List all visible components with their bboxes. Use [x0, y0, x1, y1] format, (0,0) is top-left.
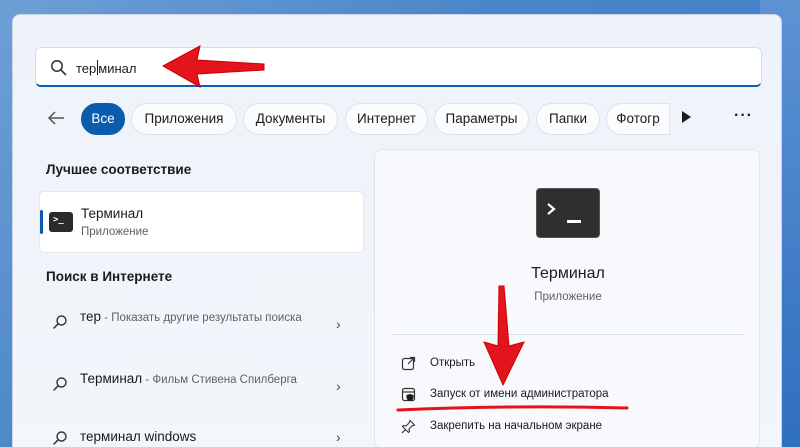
search-icon — [53, 377, 67, 391]
web-result-text: терминал windows — [80, 428, 330, 446]
open-action-label: Открыть — [430, 357, 476, 369]
pin-to-start-label: Закрепить на начальном экране — [430, 420, 603, 432]
divider — [391, 334, 745, 335]
admin-shield-icon — [401, 387, 416, 402]
web-result-term: тер — [80, 309, 102, 324]
chevron-right-icon[interactable]: › — [336, 316, 341, 332]
best-match-type: Приложение — [81, 226, 149, 238]
web-result-desc: - Показать другие результаты поиска — [101, 312, 302, 324]
web-result-term: терминал windows — [80, 429, 197, 444]
filter-settings[interactable]: Параметры — [434, 103, 529, 135]
filter-bar: Все Приложения Документы Интернет Параме… — [40, 103, 760, 135]
detail-title: Терминал — [531, 265, 605, 282]
filter-all[interactable]: Все — [81, 103, 125, 135]
chevron-right-icon[interactable]: › — [336, 378, 341, 394]
back-arrow-icon[interactable] — [46, 108, 70, 130]
web-result-text: Терминал - Фильм Стивена Спилберга — [80, 370, 330, 389]
search-input[interactable]: тер минал — [76, 60, 136, 76]
play-scroll-icon[interactable] — [682, 111, 691, 123]
terminal-app-icon — [536, 188, 600, 238]
web-result-item[interactable]: Терминал - Фильм Стивена Спилберга › — [50, 370, 350, 408]
detail-subtitle: Приложение — [534, 291, 602, 303]
best-match-item[interactable]: >_ Терминал Приложение — [39, 191, 364, 253]
web-result-item[interactable]: терминал windows › — [50, 428, 350, 447]
filter-apps[interactable]: Приложения — [131, 103, 237, 135]
run-as-admin-label: Запуск от имени администратора — [430, 388, 609, 400]
filter-folders[interactable]: Папки — [536, 103, 600, 135]
search-box[interactable]: тер минал — [35, 47, 762, 87]
terminal-app-icon: >_ — [49, 212, 73, 232]
search-icon — [53, 431, 67, 445]
web-result-desc: - Фильм Стивена Спилберга — [142, 374, 297, 386]
web-search-heading: Поиск в Интернете — [46, 269, 173, 284]
search-icon — [53, 315, 67, 329]
search-icon — [51, 60, 67, 76]
best-match-heading: Лучшее соответствие — [46, 162, 192, 177]
web-result-text: тер - Показать другие результаты поиска — [80, 308, 330, 327]
web-result-term: Терминал — [80, 371, 143, 386]
web-result-item[interactable]: тер - Показать другие результаты поиска … — [50, 308, 350, 346]
search-suggested-text: минал — [98, 61, 137, 76]
chevron-right-icon[interactable]: › — [336, 429, 341, 445]
search-typed-text: тер — [76, 61, 97, 76]
detail-pane: Терминал Приложение Открыть Запуск от им… — [374, 149, 760, 447]
selection-indicator — [40, 210, 43, 234]
filter-internet[interactable]: Интернет — [345, 103, 428, 135]
open-external-icon — [401, 356, 416, 371]
pin-icon — [401, 419, 416, 434]
filter-documents[interactable]: Документы — [243, 103, 338, 135]
best-match-name: Терминал — [81, 206, 144, 221]
filter-photos[interactable]: Фотогр — [606, 103, 670, 135]
more-options-icon[interactable]: ··· — [734, 107, 753, 125]
